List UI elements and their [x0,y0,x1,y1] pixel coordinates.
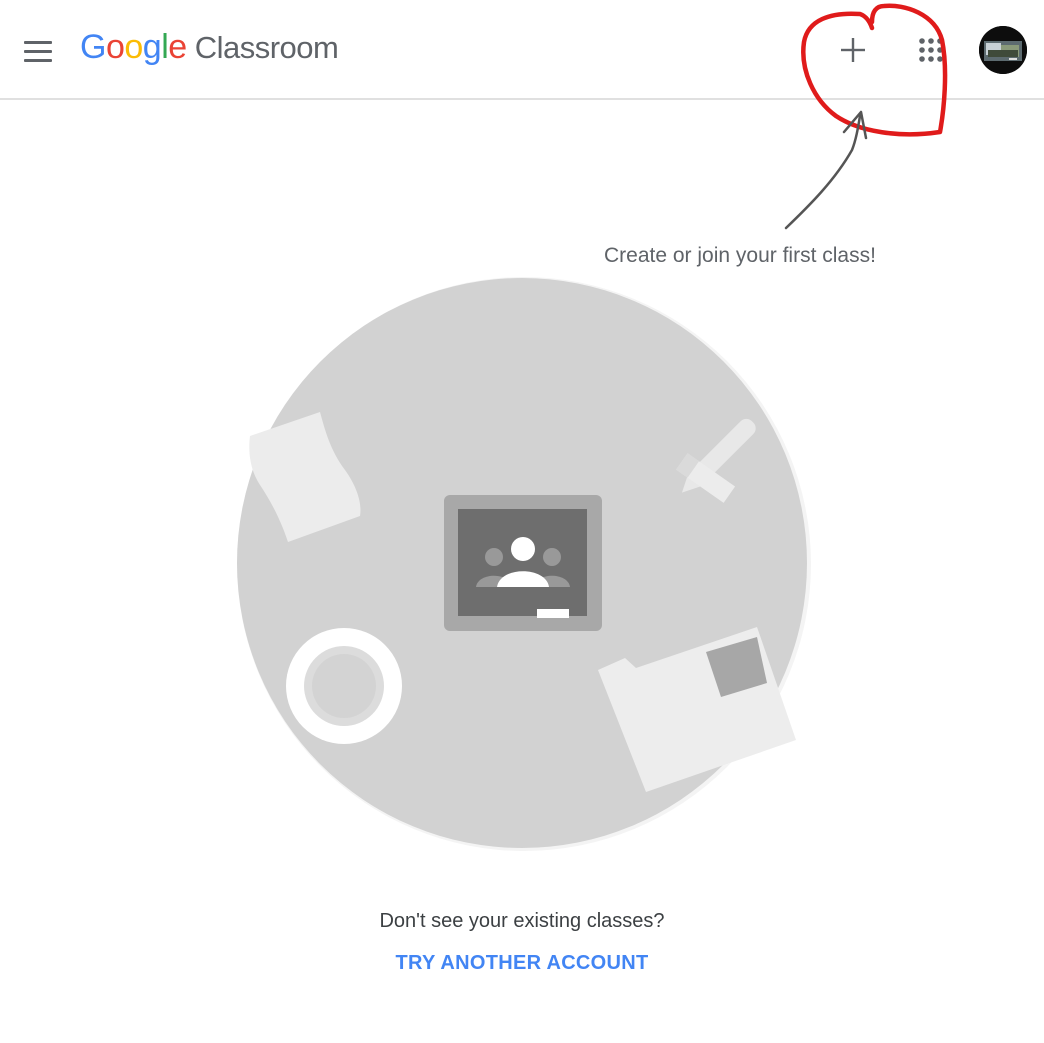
existing-classes-question: Don't see your existing classes? [379,910,665,932]
classroom-scene [237,277,811,851]
red-annotation-circle [801,3,948,137]
try-another-account-link[interactable]: TRY ANOTHER ACCOUNT [0,952,1044,975]
empty-state-illustration [237,3,948,851]
annotation-arrow [784,114,862,230]
coffee-cup-icon [286,628,402,744]
classroom-board-icon [444,495,602,631]
empty-state-hint: Create or join your first class! [604,244,876,267]
